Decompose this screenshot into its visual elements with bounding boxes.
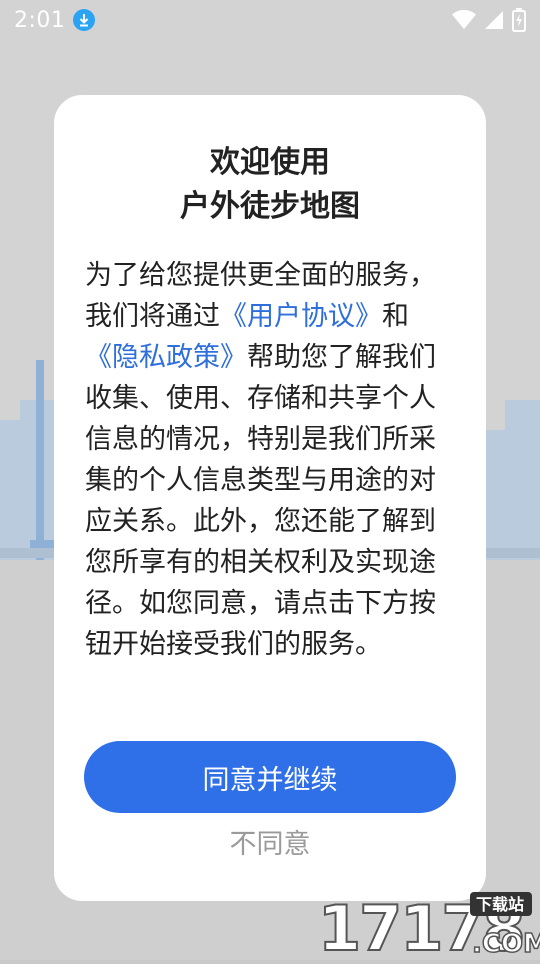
user-agreement-link[interactable]: 《用户协议》 — [220, 301, 382, 332]
svg-text:下载站: 下载站 — [476, 895, 524, 914]
download-badge-icon — [73, 9, 96, 31]
dialog-title: 欢迎使用 户外徒步地图 — [54, 141, 486, 229]
body-text-part2: 和 — [382, 301, 409, 332]
agree-continue-button[interactable]: 同意并继续 — [84, 741, 456, 813]
privacy-dialog: 欢迎使用 户外徒步地图 为了给您提供更全面的服务，我们将通过《用户协议》和《隐私… — [54, 95, 486, 901]
body-text-part3: 帮助您了解我们收集、使用、存储和共享个人信息的情况，特别是我们所采集的个人信息类… — [85, 342, 436, 660]
status-bar: 2:01 — [0, 0, 540, 40]
status-icons — [452, 8, 526, 32]
dialog-title-line2: 户外徒步地图 — [180, 189, 360, 224]
disagree-button[interactable]: 不同意 — [54, 825, 486, 865]
privacy-policy-link[interactable]: 《隐私政策》 — [85, 342, 247, 373]
svg-text:.COM: .COM — [472, 929, 540, 959]
battery-charging-icon — [512, 8, 526, 32]
status-time: 2:01 — [14, 7, 66, 33]
watermark-logo: 17178 下载站 .COM — [310, 888, 540, 964]
dialog-title-line1: 欢迎使用 — [210, 145, 330, 180]
cell-signal-icon — [485, 11, 503, 29]
wifi-icon — [452, 10, 476, 29]
dialog-body-text: 为了给您提供更全面的服务，我们将通过《用户协议》和《隐私政策》帮助您了解我们收集… — [85, 255, 445, 665]
